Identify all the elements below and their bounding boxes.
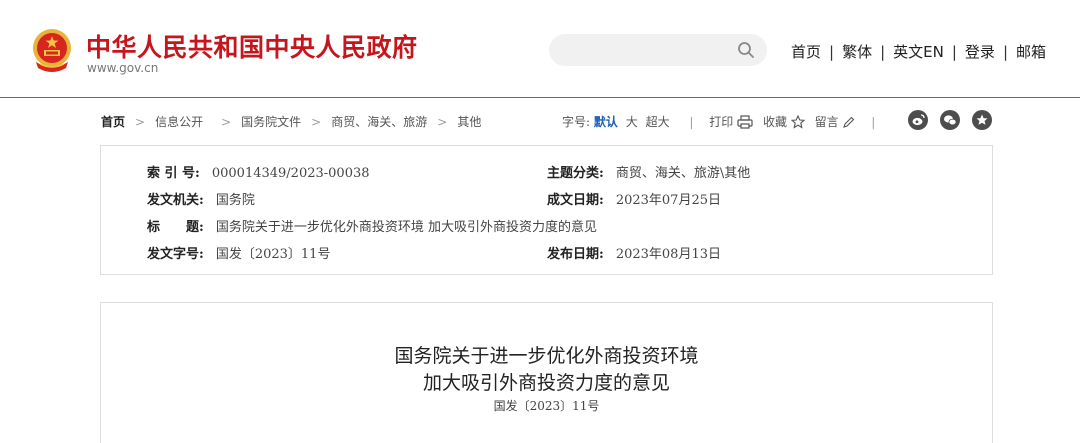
print-label: 打印 — [709, 115, 734, 129]
meta-title-label: 标 题: — [147, 220, 204, 235]
site-header: 中华人民共和国中央人民政府 www.gov.cn 首页 | 繁体 | 英文EN | 登录 | 邮… — [0, 0, 1080, 97]
breadcrumb-other[interactable]: 其他 — [457, 115, 481, 129]
printer-icon — [737, 115, 753, 129]
meta-published-date: 发布日期: 2023年08月13日 — [547, 243, 721, 262]
breadcrumb-state-docs[interactable]: 国务院文件 — [241, 115, 301, 129]
meta-docno-label: 发文字号: — [147, 247, 204, 262]
meta-written-date: 成文日期: 2023年07月25日 — [547, 189, 721, 208]
favorite-icon[interactable] — [972, 110, 992, 130]
meta-docno: 发文字号: 国发〔2023〕11号 — [147, 243, 330, 262]
search-icon[interactable] — [737, 41, 755, 59]
wechat-icon[interactable] — [940, 110, 960, 130]
national-emblem-icon[interactable] — [30, 28, 74, 74]
pencil-icon — [843, 116, 855, 128]
meta-title: 标 题: 国务院关于进一步优化外商投资环境 加大吸引外商投资力度的意见 — [147, 216, 597, 235]
document-title-line-1: 国务院关于进一步优化外商投资环境 — [394, 345, 699, 367]
font-large-option[interactable]: 大 — [626, 115, 638, 129]
breadcrumb-home[interactable]: 首页 — [101, 115, 125, 129]
article-tools: 字号: 默认 大 超大 | 打印 收藏 留言 | — [562, 115, 876, 129]
meta-index-value: 000014349/2023-00038 — [211, 166, 370, 181]
meta-published-value: 2023年08月13日 — [615, 247, 721, 262]
search-input[interactable] — [549, 34, 767, 66]
meta-written-value: 2023年07月25日 — [615, 193, 721, 208]
meta-title-value: 国务院关于进一步优化外商投资环境 加大吸引外商投资力度的意见 — [215, 220, 597, 235]
nav-traditional[interactable]: 繁体 — [842, 43, 872, 61]
collect-label: 收藏 — [762, 115, 787, 129]
site-domain[interactable]: www.gov.cn — [87, 61, 158, 75]
meta-issuer-value: 国务院 — [215, 193, 255, 208]
meta-category-value: 商贸、海关、旅游\其他 — [615, 166, 751, 181]
collect-button[interactable]: 收藏 — [763, 115, 805, 129]
document-title-line-2: 加大吸引外商投资力度的意见 — [422, 372, 670, 394]
nav-english[interactable]: 英文EN — [893, 43, 944, 61]
font-xlarge-option[interactable]: 超大 — [646, 115, 670, 129]
document-number: 国发〔2023〕11号 — [493, 399, 600, 413]
meta-index-label: 索 引 号: — [147, 166, 200, 181]
star-outline-icon — [790, 115, 805, 129]
site-title[interactable]: 中华人民共和国中央人民政府 — [86, 28, 418, 64]
comment-label: 留言 — [814, 115, 839, 129]
meta-docno-value: 国发〔2023〕11号 — [215, 247, 331, 262]
font-default-option[interactable]: 默认 — [594, 115, 618, 129]
top-nav: 首页 | 繁体 | 英文EN | 登录 | 邮箱 — [791, 43, 1047, 61]
document-body: 国务院关于进一步优化外商投资环境 加大吸引外商投资力度的意见 国发〔2023〕1… — [100, 302, 993, 443]
meta-category: 主题分类: 商贸、海关、旅游\其他 — [547, 162, 750, 181]
nav-home[interactable]: 首页 — [791, 43, 821, 61]
header-divider — [0, 97, 1080, 98]
meta-issuer-label: 发文机关: — [147, 193, 204, 208]
breadcrumb-category[interactable]: 商贸、海关、旅游 — [331, 115, 427, 129]
meta-category-label: 主题分类: — [547, 166, 604, 181]
meta-written-label: 成文日期: — [547, 193, 604, 208]
meta-published-label: 发布日期: — [547, 247, 604, 262]
comment-button[interactable]: 留言 — [815, 115, 856, 129]
font-size-label: 字号: — [562, 115, 591, 129]
print-button[interactable]: 打印 — [709, 115, 753, 129]
meta-issuer: 发文机关: 国务院 — [147, 189, 255, 208]
nav-mail[interactable]: 邮箱 — [1016, 43, 1046, 61]
breadcrumb-info-public[interactable]: 信息公开 — [155, 115, 203, 129]
nav-login[interactable]: 登录 — [965, 43, 995, 61]
meta-index: 索 引 号: 000014349/2023-00038 — [147, 162, 370, 181]
weibo-icon[interactable] — [908, 110, 928, 130]
document-metadata-box: 索 引 号: 000014349/2023-00038 主题分类: 商贸、海关、旅游… — [100, 145, 993, 275]
breadcrumb: 首页 > 信息公开 > 国务院文件 > 商贸、海关、旅游 > 其他 — [101, 115, 482, 129]
